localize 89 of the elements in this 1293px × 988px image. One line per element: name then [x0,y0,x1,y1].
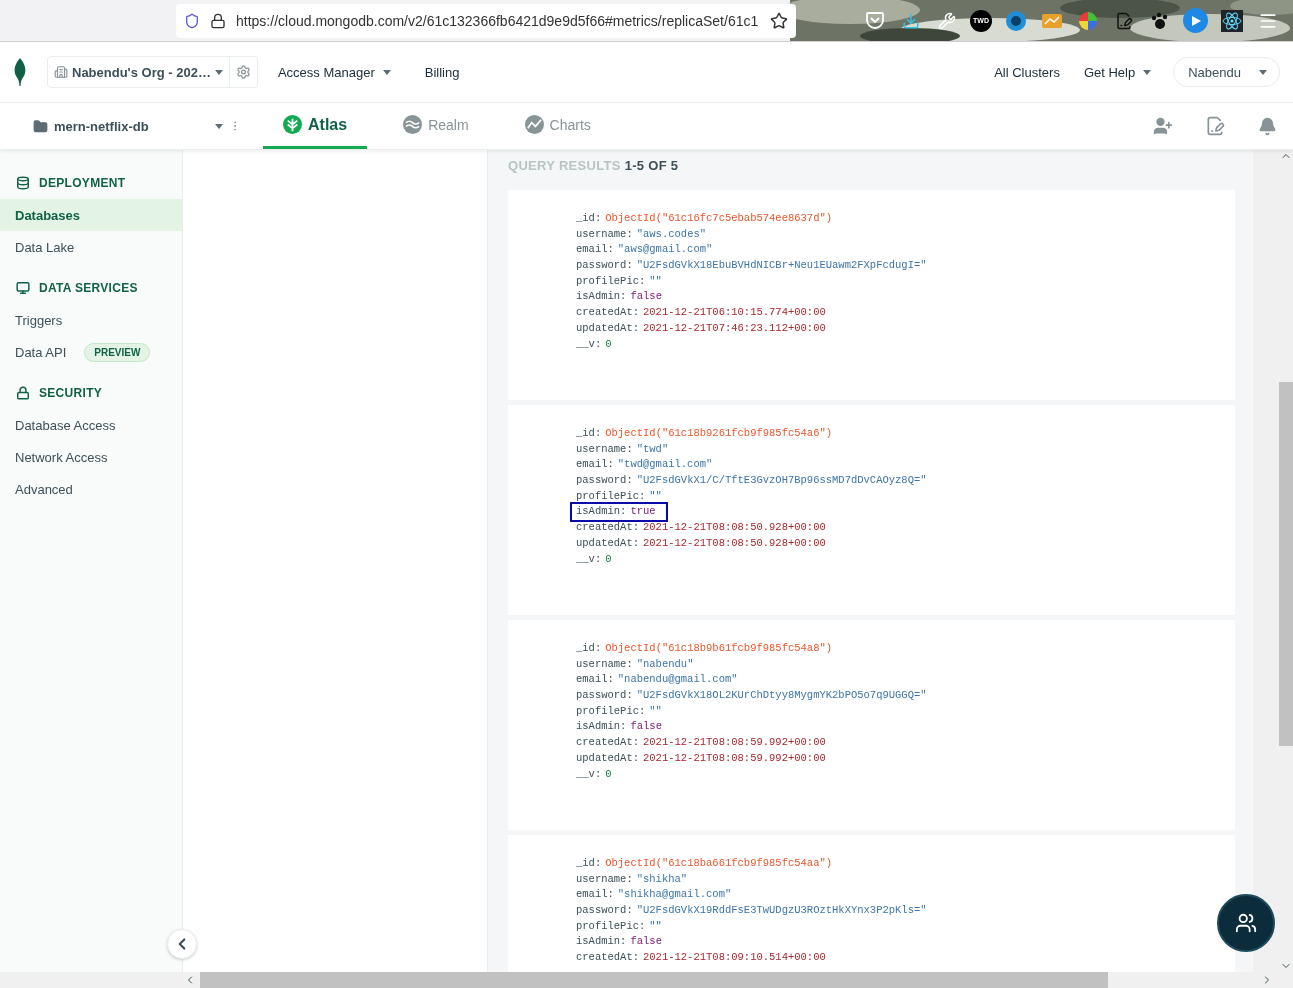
nav-link[interactable]: All Clusters [982,64,1072,80]
sidebar-item[interactable]: Network Access [0,441,182,473]
add-user-icon [1153,116,1173,136]
sidebar-item[interactable]: Triggers [0,304,182,336]
waves-icon [403,115,423,134]
document-icon [1205,116,1225,136]
document-field: username: "aws.codes" [576,226,707,243]
bell-icon [1257,116,1277,136]
sidebar-item[interactable]: Data Lake [0,231,182,263]
address-bar[interactable]: https://cloud.mongodb.com/v2/61c132366fb6421d9e9d5f66#metrics/replicaSet/61c1 [176,3,796,38]
document-field: profilePic: "" [576,273,662,290]
color-wheel-icon[interactable] [1077,10,1098,31]
lock-icon [16,386,30,400]
sidebar-item[interactable]: Database Access [0,409,182,441]
sidebar-item[interactable]: Advanced [0,473,182,505]
folder-icon [33,118,48,134]
monitor-icon [16,281,30,295]
document-field: email: "twd@gmail.com" [576,457,713,474]
document-field: __v: 0 [576,551,612,568]
paw-icon[interactable] [1150,11,1169,30]
results-heading: QUERY RESULTS 1-5 OF 5 [508,158,680,173]
document-icon[interactable] [1114,11,1133,30]
sidebar-item[interactable]: Databases [0,199,182,231]
document-field: password: "U2FsdGVkX1/C/TftE3GvzOH7Bp96ssMD7dDvCAOyz8Q=" [576,473,927,489]
caret-icon [382,69,391,75]
horizontal-scrollbar[interactable] [0,972,1293,988]
document-field: isAdmin: false [576,719,662,736]
line-chart-icon [524,115,544,134]
users-icon [1235,912,1257,934]
section-title: DATA SERVICES [39,281,138,295]
caret-icon [214,69,223,75]
nav-link[interactable]: Get Help [1071,64,1164,80]
document-field: profilePic: "" [576,488,662,505]
document-field: updatedAt: 2021-12-21T08:08:50.928+00:00 [576,535,826,552]
document-field: email: "shikha@gmail.com" [576,887,732,904]
section-title: DEPLOYMENT [39,176,126,190]
document-field: email: "nabendu@gmail.com" [576,672,738,689]
user-menu[interactable]: Nabendu [1173,57,1280,87]
shield-icon[interactable] [184,12,200,29]
settings-icon [235,64,251,80]
collapse-button[interactable] [167,929,197,959]
scroll-thumb[interactable] [200,972,1108,988]
caret-icon [1259,69,1267,75]
scroll-thumb[interactable] [1279,382,1293,746]
document-field: createdAt: 2021-12-21T08:08:50.928+00:00 [576,520,826,536]
product-tab[interactable]: Atlas [263,103,368,149]
document-field: createdAt: 2021-12-21T06:10:15.774+00:00 [576,305,826,321]
download-icon[interactable] [901,11,920,30]
nav-link[interactable]: Billing [412,64,472,80]
document-field: __v: 0 [576,336,612,353]
document-field: profilePic: "" [576,918,662,935]
document-field: profilePic: "" [576,703,662,720]
star-icon[interactable] [770,11,788,30]
document-field: isAdmin: false [576,289,662,306]
document-field: createdAt: 2021-12-21T08:08:59.992+00:00 [576,735,826,751]
caret-icon [215,123,223,129]
document-field: password: "U2FsdGVkX18EbuBVHdNICBr+Neu1EUawm2FXpFcdugI=" [576,258,927,274]
leaves-icon [283,115,302,134]
document-field: username: "shikha" [576,871,688,888]
document-field: password: "U2FsdGVkX19RddFsE3TwUDgzU3ROztHkXYnx3P2pKls=" [576,903,927,919]
document-field: _id: ObjectId("61c18b9261fcb9f985fc54a6") [576,426,833,442]
leaf-logo-icon[interactable] [13,58,27,86]
document-field: username: "twd" [576,441,669,458]
document-field: isAdmin: false [576,934,662,951]
wrench-icon[interactable] [937,11,956,30]
play-icon[interactable] [1189,14,1202,27]
lock-icon[interactable] [210,12,226,29]
building-icon [54,65,68,79]
section-title: SECURITY [39,386,103,400]
document-field: updatedAt: 2021-12-21T07:46:23.112+00:00 [576,320,826,337]
document-field: updatedAt: 2021-12-21T08:08:59.992+00:00 [576,750,826,767]
document-field: createdAt: 2021-12-21T08:09:10.514+00:00 [576,950,826,966]
caret-icon [1143,69,1152,75]
document-field: username: "nabendu" [576,656,694,673]
document-field: _id: ObjectId("61c16fc7c5ebab574ee8637d") [576,211,833,227]
document-field: __v: 0 [576,766,612,783]
sidebar-item[interactable]: Data API PREVIEW [0,336,182,368]
url-text: https://cloud.mongodb.com/v2/61c132366fb6421d9e9d5f66#metrics/replicaSet/61c1 [236,12,760,29]
nav-link[interactable]: Access Manager [265,64,403,80]
document-field: email: "aws@gmail.com" [576,242,713,259]
vertical-scrollbar[interactable] [1253,150,1293,972]
preview-badge: PREVIEW [84,342,151,362]
project-picker[interactable]: mern-netflix-db [33,103,223,149]
document-field: _id: ObjectId("61c18ba661fcb9f985fc54aa") [576,856,833,872]
document-field: password: "U2FsdGVkX18OL2KUrChDtyy8MygmYK2bPO5o7q9UGGQ=" [576,688,927,704]
database-icon [16,176,30,190]
document-field: _id: ObjectId("61c18b9b61fcb9f985fc54a8") [576,641,833,657]
document-field: isAdmin: true [572,504,666,521]
pocket-icon[interactable] [865,12,884,29]
